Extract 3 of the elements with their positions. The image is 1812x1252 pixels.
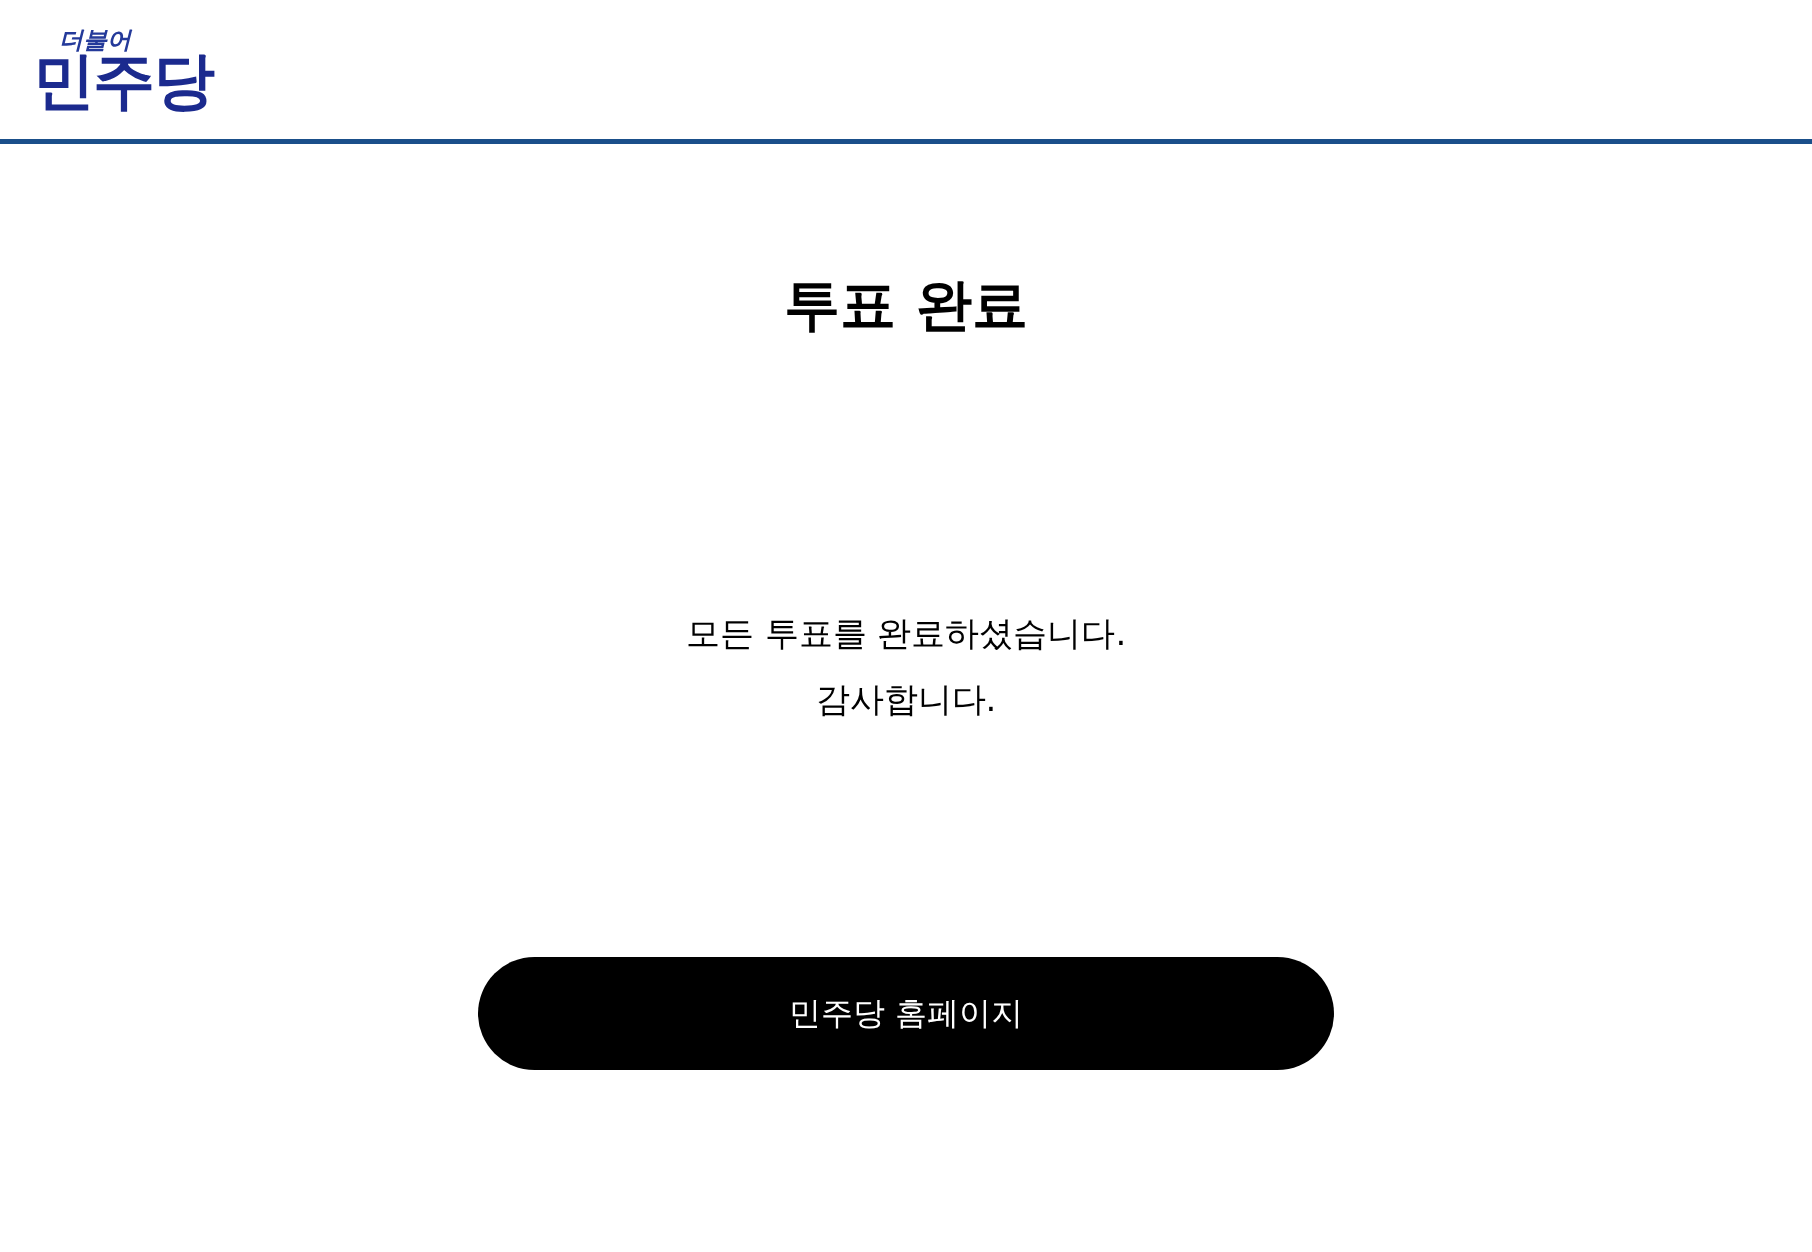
page-title: 투표 완료 [784, 271, 1028, 338]
completion-message: 모든 투표를 완료하셨습니다. 감사합니다. [685, 612, 1127, 721]
homepage-button[interactable]: 민주당 홈페이지 [478, 957, 1334, 1070]
